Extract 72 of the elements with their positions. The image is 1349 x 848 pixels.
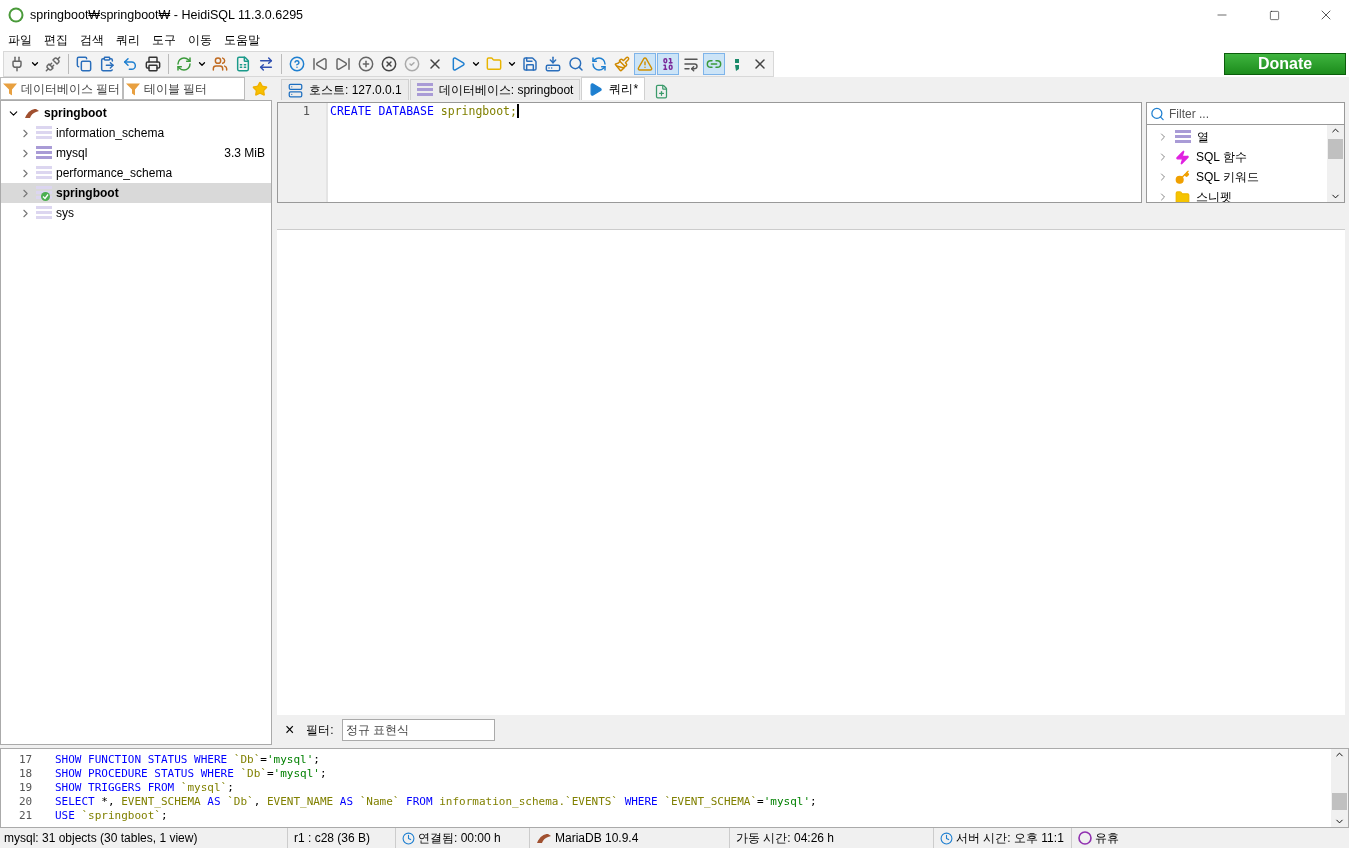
database-icon <box>36 205 52 221</box>
log-line: SHOW PROCEDURE STATUS WHERE `Db`='mysql'; <box>55 766 327 780</box>
scroll-thumb[interactable] <box>1328 139 1343 159</box>
status-text: 연결됨: 00:00 h <box>418 829 501 847</box>
table-filter-field[interactable]: 테이블 필터 <box>123 77 245 100</box>
lightning-icon <box>1175 149 1190 165</box>
tree-item[interactable]: information_schema <box>56 126 265 140</box>
menu-item[interactable]: 편집 <box>38 30 74 50</box>
filter-label: 필터: <box>306 721 334 739</box>
database-icon <box>416 82 433 98</box>
log-line: SHOW TRIGGERS FROM `mysql`; <box>55 780 234 794</box>
helper-item[interactable]: 스니펫 <box>1196 188 1232 202</box>
database-icon <box>36 145 52 161</box>
window-title: springboot₩springboot₩ - HeidiSQL 11.3.0.6295 <box>30 8 305 22</box>
search-icon <box>1150 106 1165 122</box>
line-number: 21 <box>18 808 34 822</box>
tree-item[interactable]: springboot <box>44 106 265 120</box>
database-filter-field[interactable]: 데이터베이스 필터 <box>0 77 123 100</box>
status-text: MariaDB 10.9.4 <box>555 831 639 845</box>
line-number: 18 <box>18 766 34 780</box>
link-icon[interactable] <box>703 52 725 75</box>
log-line: SHOW FUNCTION STATUS WHERE `Db`='mysql'; <box>55 752 320 766</box>
status-text: r1 : c28 (36 B) <box>294 831 371 845</box>
menu-item[interactable]: 도구 <box>146 30 182 50</box>
line-number: 20 <box>18 794 34 808</box>
tree-item[interactable]: performance_schema <box>56 166 265 180</box>
tree-item[interactable]: mysql <box>56 146 221 160</box>
line-number: 1 <box>301 103 311 119</box>
menu-item[interactable]: 이동 <box>182 30 218 50</box>
size-label: 3.3 MiB <box>224 146 265 160</box>
menu-item[interactable]: 쿼리 <box>110 30 146 50</box>
circle-icon <box>1078 831 1092 845</box>
funnel-icon <box>3 82 18 95</box>
text-cursor <box>516 104 519 118</box>
clock-icon <box>402 831 415 845</box>
menu-item[interactable]: 도움말 <box>218 30 266 50</box>
status-text: 서버 시간: 오후 11:1 <box>956 829 1064 847</box>
database-icon <box>36 165 52 181</box>
key-icon <box>1175 169 1190 185</box>
log-line: USE `springboot`; <box>55 808 168 822</box>
sql-editor[interactable]: 1 CREATE DATABASE springboot; <box>277 102 1142 203</box>
line-number: 17 <box>18 752 34 766</box>
status-text: mysql: 31 objects (30 tables, 1 view) <box>4 831 198 845</box>
tab[interactable]: 호스트: 127.0.0.1 <box>281 79 409 100</box>
helper-item[interactable]: 열 <box>1197 128 1209 146</box>
app-logo <box>8 7 24 23</box>
maximize-icon <box>1268 9 1280 21</box>
tab[interactable]: 쿼리* <box>581 77 646 100</box>
database-icon <box>1175 129 1191 145</box>
database-icon <box>36 125 52 141</box>
menu-item[interactable]: 검색 <box>74 30 110 50</box>
tab[interactable]: 데이터베이스: springboot <box>409 79 581 100</box>
play-icon <box>588 81 604 97</box>
log-line: SELECT *, EVENT_SCHEMA AS `Db`, EVENT_NAME AS `Name` FROM information_schema.`EVENTS` WHERE `EVENT_SCHEMA`='mysql'; <box>55 794 817 808</box>
scrollbar[interactable] <box>1331 749 1348 827</box>
menu-item[interactable]: 파일 <box>2 30 38 50</box>
status-text: 유휴 <box>1095 829 1119 847</box>
folder-icon <box>1175 189 1190 202</box>
clock-icon <box>940 831 953 845</box>
close-filter-button[interactable]: × <box>281 721 299 739</box>
code-line: CREATE DATABASE springboot; <box>330 104 517 118</box>
server-icon <box>288 82 303 98</box>
tree-item[interactable]: sys <box>56 206 265 220</box>
binary-icon[interactable] <box>657 52 679 75</box>
helper-item[interactable]: SQL 키워드 <box>1196 168 1259 186</box>
line-number: 19 <box>18 780 34 794</box>
scroll-thumb[interactable] <box>1332 793 1347 810</box>
scrollbar[interactable] <box>1327 125 1344 202</box>
helper-item[interactable]: SQL 함수 <box>1196 148 1247 166</box>
funnel-icon <box>126 82 141 95</box>
status-text: 가동 시간: 04:26 h <box>736 829 835 847</box>
regex-filter-field[interactable]: 정규 표현식 <box>341 719 495 741</box>
